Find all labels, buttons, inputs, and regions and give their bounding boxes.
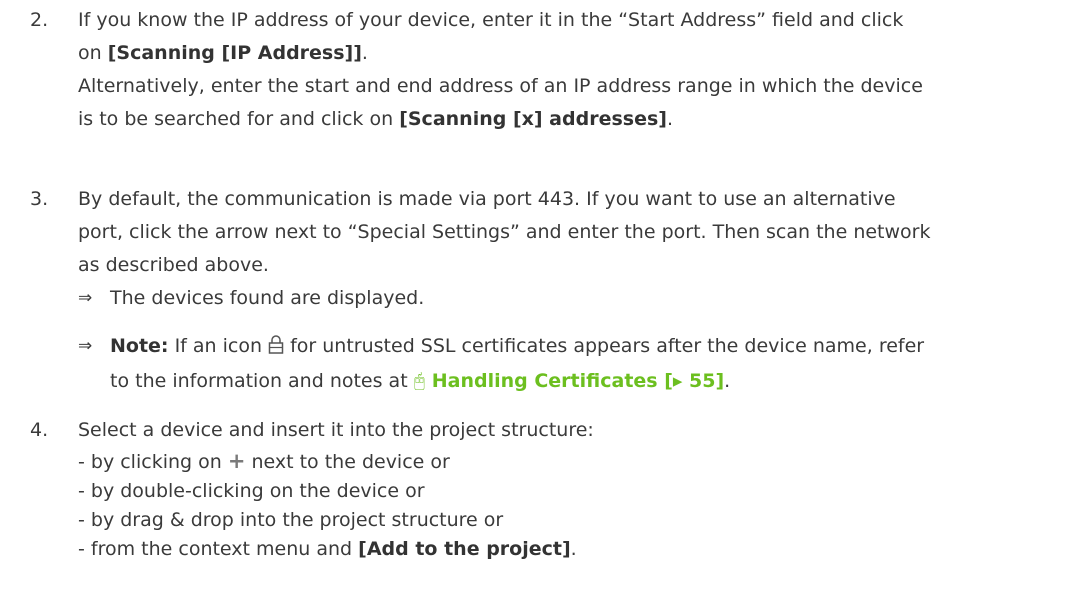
step-text-line: Select a device and insert it into the p… bbox=[78, 419, 594, 441]
note-line: to the information and notes at 🖰 Handli… bbox=[110, 370, 731, 392]
ui-label-scan-ip: [Scanning [IP Address]] bbox=[107, 42, 362, 64]
step-text-line: - by clicking on + next to the device or bbox=[78, 449, 450, 473]
result-arrow-icon: ⇒ bbox=[78, 288, 93, 308]
step-4: 4. Select a device and insert it into th… bbox=[0, 414, 614, 564]
step-3: 3. By default, the communication is made… bbox=[0, 183, 950, 282]
step-text-line: - by double-clicking on the device or bbox=[78, 480, 425, 502]
note-label: Note: bbox=[110, 335, 169, 357]
step-text-line: By default, the communication is made vi… bbox=[78, 188, 896, 210]
ui-label-scan-range: [Scanning [x] addresses] bbox=[399, 108, 667, 130]
step-number: 2. bbox=[30, 9, 49, 31]
step-2: 2. If you know the IP address of your de… bbox=[0, 4, 943, 136]
step-text-line: as described above. bbox=[78, 254, 269, 276]
step-text-line: is to be searched for and click on [Scan… bbox=[78, 108, 674, 130]
step-text-line: - from the context menu and [Add to the … bbox=[78, 538, 577, 560]
lock-icon bbox=[268, 332, 284, 365]
handling-certificates-link[interactable]: 🖰 Handling Certificates [▸ 55] bbox=[414, 370, 724, 392]
ui-label-add-to-project: [Add to the project] bbox=[358, 538, 571, 560]
note-line: Note: If an icon for untrusted SSL certi… bbox=[110, 330, 924, 365]
mouse-pointer-icon: 🖰 bbox=[413, 370, 426, 392]
step-text-line: If you know the IP address of your devic… bbox=[78, 9, 904, 31]
step-number: 3. bbox=[30, 188, 49, 210]
step-text-line: Alternatively, enter the start and end a… bbox=[78, 75, 923, 97]
step-text-line: on [Scanning [IP Address]]. bbox=[78, 42, 368, 64]
step-text-line: port, click the arrow next to “Special S… bbox=[78, 221, 931, 243]
plus-icon: + bbox=[227, 449, 246, 473]
result-item: ⇒ The devices found are displayed. bbox=[0, 282, 424, 315]
result-text: The devices found are displayed. bbox=[110, 287, 425, 309]
result-arrow-icon: ⇒ bbox=[78, 336, 93, 356]
step-number: 4. bbox=[30, 419, 49, 441]
step-text-line: - by drag & drop into the project struct… bbox=[78, 509, 504, 531]
note-item: ⇒ Note: If an icon for untrusted SSL cer… bbox=[0, 330, 924, 398]
